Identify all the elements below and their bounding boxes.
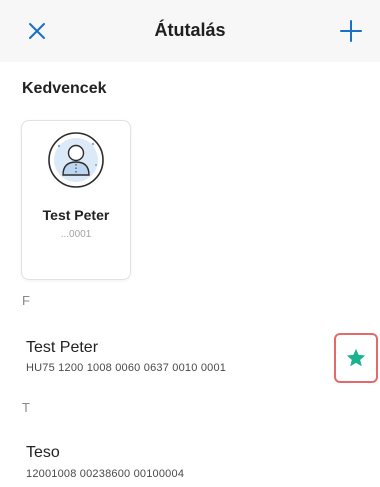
section-letter-t: T xyxy=(22,400,30,415)
add-button[interactable] xyxy=(334,14,368,48)
favorite-account: ...0001 xyxy=(60,229,92,240)
plus-icon xyxy=(340,20,362,42)
favorite-name: Test Peter xyxy=(42,207,110,223)
contact-name: Test Peter xyxy=(26,339,99,356)
favorites-title: Kedvencek xyxy=(22,80,107,97)
app-header: Átutalás xyxy=(0,0,380,62)
favorite-card[interactable]: Test Peter ...0001 xyxy=(21,120,131,280)
person-avatar-icon xyxy=(48,132,104,188)
contact-name: Teso xyxy=(26,444,60,461)
favorite-star-button[interactable] xyxy=(334,333,378,383)
page-title: Átutalás xyxy=(154,20,226,40)
section-letter-f: F xyxy=(22,293,30,308)
contact-account: 12001008 00238600 00100004 xyxy=(26,468,185,480)
contact-account: HU75 1200 1008 0060 0637 0010 0001 xyxy=(26,362,227,374)
star-icon xyxy=(346,348,366,367)
